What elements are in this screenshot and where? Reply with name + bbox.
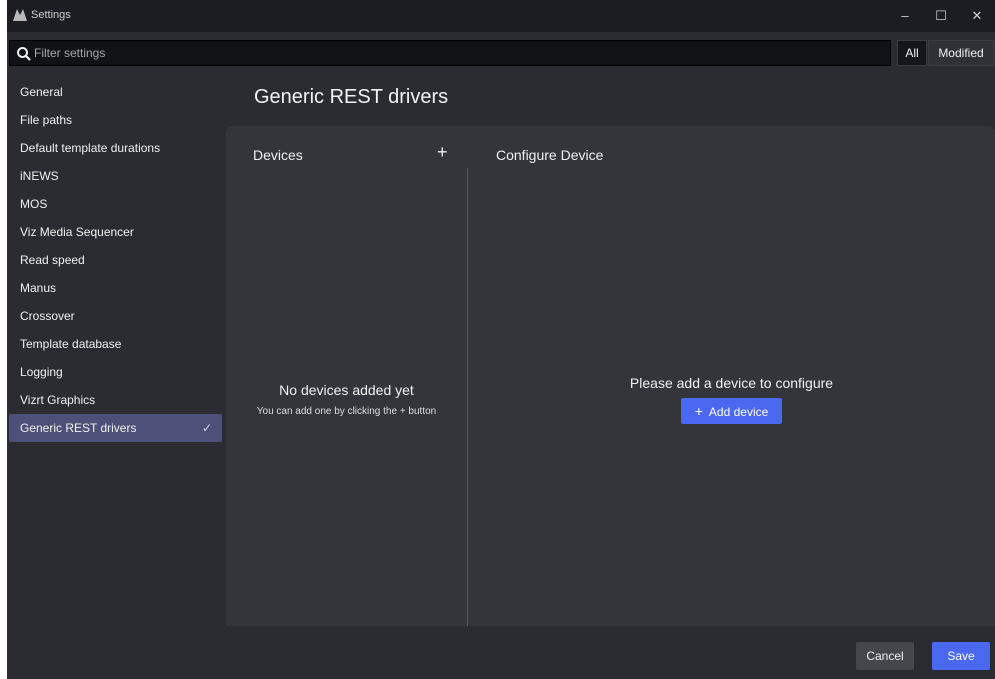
page-title: Generic REST drivers xyxy=(254,86,449,108)
sidebar-item-default-template-durations[interactable]: Default template durations xyxy=(7,134,222,162)
plus-icon: + xyxy=(694,403,703,419)
filter-bar: All Modified xyxy=(7,38,995,68)
search-box xyxy=(9,40,891,66)
no-devices-hint: You can add one by clicking the + button xyxy=(256,406,437,417)
sidebar-item-template-database[interactable]: Template database xyxy=(7,330,222,358)
sidebar-item-inews[interactable]: iNEWS xyxy=(7,162,222,190)
drivers-panel: Devices + Configure Device No devices ad… xyxy=(226,126,995,628)
footer-bar: Cancel Save xyxy=(7,626,995,679)
title-bar: Settings – ☐ ✕ xyxy=(7,0,995,32)
sidebar-item-mos[interactable]: MOS xyxy=(7,190,222,218)
sidebar-item-read-speed[interactable]: Read speed xyxy=(7,246,222,274)
sidebar-item-logging[interactable]: Logging xyxy=(7,358,222,386)
save-button[interactable]: Save xyxy=(932,642,990,670)
settings-window: Settings – ☐ ✕ All Modified General File… xyxy=(7,0,995,679)
configure-empty-text: Please add a device to configure xyxy=(629,375,834,391)
sidebar-item-crossover[interactable]: Crossover xyxy=(7,302,222,330)
filter-all-toggle[interactable]: All xyxy=(897,40,927,66)
app-logo-icon xyxy=(13,9,27,21)
sidebar-item-file-paths[interactable]: File paths xyxy=(7,106,222,134)
minimize-button[interactable]: – xyxy=(887,0,923,32)
sidebar-item-general[interactable]: General xyxy=(7,78,222,106)
window-title: Settings xyxy=(31,9,71,21)
add-device-plus-icon[interactable]: + xyxy=(437,142,448,163)
filter-settings-input[interactable] xyxy=(34,41,884,65)
configure-device-heading: Configure Device xyxy=(496,147,604,163)
sidebar-item-vizrt-graphics[interactable]: Vizrt Graphics xyxy=(7,386,222,414)
sidebar-item-generic-rest-drivers[interactable]: Generic REST drivers ✓ xyxy=(9,414,222,442)
devices-heading: Devices xyxy=(253,147,303,163)
panel-divider xyxy=(467,168,468,628)
filter-modified-toggle[interactable]: Modified xyxy=(928,40,994,66)
settings-sidebar: General File paths Default template dura… xyxy=(7,78,222,442)
search-icon xyxy=(17,47,31,61)
no-devices-title: No devices added yet xyxy=(279,382,414,398)
add-device-label: Add device xyxy=(708,405,769,419)
maximize-button[interactable]: ☐ xyxy=(923,0,959,32)
add-device-button[interactable]: + Add device xyxy=(681,398,782,424)
close-button[interactable]: ✕ xyxy=(959,0,995,32)
sidebar-item-manus[interactable]: Manus xyxy=(7,274,222,302)
sidebar-item-label: Generic REST drivers xyxy=(20,421,137,435)
sidebar-item-viz-media-sequencer[interactable]: Viz Media Sequencer xyxy=(7,218,222,246)
cancel-button[interactable]: Cancel xyxy=(856,642,914,670)
check-icon: ✓ xyxy=(201,421,212,435)
